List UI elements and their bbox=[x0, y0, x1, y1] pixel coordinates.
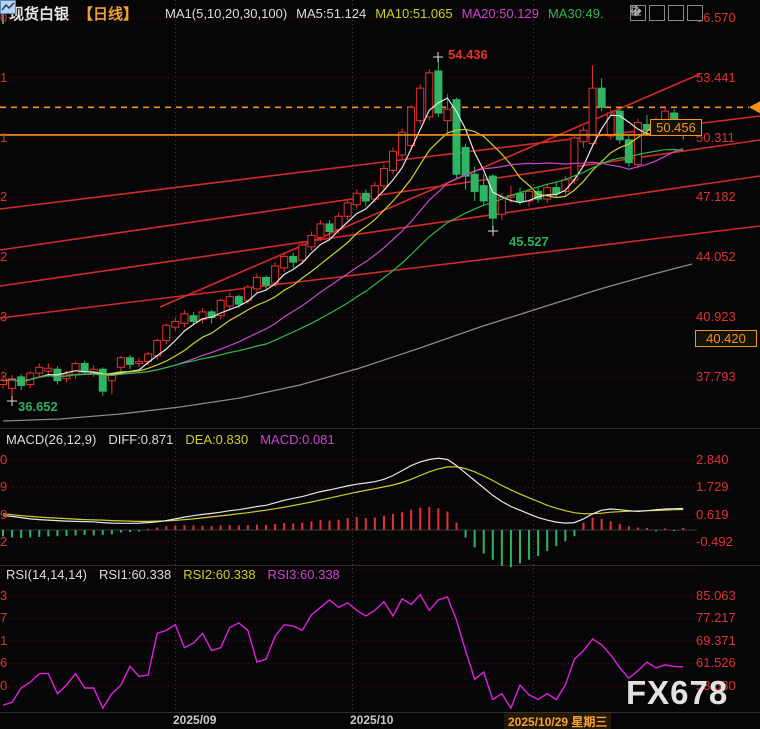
high-annotation: 54.436 bbox=[448, 47, 488, 62]
fit-vertical-icon[interactable] bbox=[649, 5, 665, 21]
price-axis-label: 53.441 bbox=[696, 70, 736, 85]
last-price-badge: 50.456 bbox=[650, 119, 702, 136]
clipped-left-axis-digit: 3 bbox=[0, 369, 8, 384]
legend-ma20: MA20:50.129 bbox=[462, 6, 539, 21]
clipped-left-axis-digit: 1 bbox=[0, 70, 8, 85]
chart-header: 现货白银 【日线】 MA1(5,10,20,30,100) MA5:51.124… bbox=[0, 0, 604, 27]
clipped-left-axis-digit: 2 bbox=[0, 249, 8, 264]
macd-diff-value: DIFF:0.871 bbox=[108, 432, 173, 447]
macd-axis-label: -0.492 bbox=[696, 534, 733, 549]
clipped-left-axis-digit: 9 bbox=[0, 479, 8, 494]
macd-params: MACD(26,12,9) bbox=[6, 432, 96, 447]
start-low-annotation: 36.652 bbox=[18, 399, 58, 414]
macd-header: MACD(26,12,9) DIFF:0.871 DEA:0.830 MACD:… bbox=[6, 432, 335, 447]
rsi-axis-label: 69.371 bbox=[696, 633, 736, 648]
legend-ma30: MA30:49. bbox=[548, 6, 604, 21]
clipped-left-axis-digit: 2 bbox=[0, 189, 8, 204]
price-axis-label: 37.793 bbox=[696, 369, 736, 384]
clipped-left-axis-digit: 3 bbox=[0, 309, 8, 324]
period-label: 【日线】 bbox=[78, 3, 138, 24]
chart-canvas[interactable] bbox=[0, 0, 760, 729]
clipped-left-axis-digit: 0 bbox=[0, 452, 8, 467]
legend-ma10: MA10:51.065 bbox=[375, 6, 452, 21]
clipped-left-axis-digit: 0 bbox=[0, 678, 8, 693]
price-axis-label: 44.052 bbox=[696, 249, 736, 264]
legend-ma1: MA1(5,10,20,30,100) bbox=[165, 6, 287, 21]
macd-axis-label: 1.729 bbox=[696, 479, 729, 494]
macd-dea-value: DEA:0.830 bbox=[185, 432, 248, 447]
clipped-left-axis-digit: 3 bbox=[0, 588, 8, 603]
price-axis-label: 40.923 bbox=[696, 309, 736, 324]
clipped-left-axis-digit: 1 bbox=[0, 130, 8, 145]
xaxis-label-sep: 2025/09 bbox=[173, 713, 216, 727]
rsi-header: RSI(14,14,14) RSI1:60.338 RSI2:60.338 RS… bbox=[6, 567, 340, 582]
low-annotation: 45.527 bbox=[509, 234, 549, 249]
clipped-left-axis-digit: 7 bbox=[0, 610, 8, 625]
clipped-left-axis-digit: 9 bbox=[0, 507, 8, 522]
rsi3-value: RSI3:60.338 bbox=[268, 567, 340, 582]
clipped-left-axis-digit: 2 bbox=[0, 534, 8, 549]
fx678-watermark: FX678 bbox=[626, 674, 728, 712]
xaxis-date-highlight: 2025/10/29 星期三 bbox=[504, 712, 611, 729]
trading-chart-window: 现货白银 【日线】 MA1(5,10,20,30,100) MA5:51.124… bbox=[0, 0, 760, 729]
legend-ma5: MA5:51.124 bbox=[296, 6, 366, 21]
xaxis-label-oct: 2025/10 bbox=[350, 713, 393, 727]
price-axis-label: 47.182 bbox=[696, 189, 736, 204]
fit-horizontal-icon[interactable] bbox=[668, 5, 684, 21]
rsi-axis-label: 85.063 bbox=[696, 588, 736, 603]
instrument-title: 现货白银 bbox=[9, 3, 69, 24]
rsi2-value: RSI2:60.338 bbox=[183, 567, 255, 582]
reference-price-badge: 40.420 bbox=[695, 330, 757, 347]
macd-macd-value: MACD:0.081 bbox=[260, 432, 334, 447]
rsi1-value: RSI1:60.338 bbox=[99, 567, 171, 582]
exit-pane-icon[interactable] bbox=[687, 5, 703, 21]
macd-axis-label: 2.840 bbox=[696, 452, 729, 467]
pane-toolbar bbox=[630, 5, 703, 21]
rsi-axis-label: 77.217 bbox=[696, 610, 736, 625]
clipped-left-axis-digit: 6 bbox=[0, 655, 8, 670]
rsi-params: RSI(14,14,14) bbox=[6, 567, 87, 582]
macd-axis-label: 0.619 bbox=[696, 507, 729, 522]
clipped-left-axis-digit: 1 bbox=[0, 633, 8, 648]
rsi-axis-label: 61.526 bbox=[696, 655, 736, 670]
